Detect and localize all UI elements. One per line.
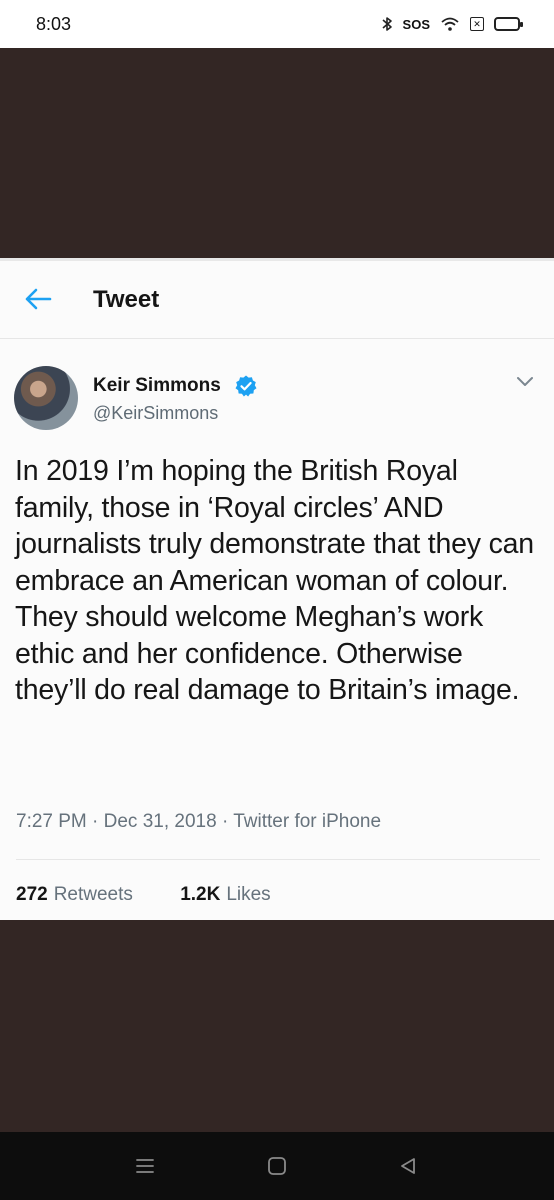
- home-icon[interactable]: [266, 1156, 288, 1176]
- status-bar: 8:03 SOS ✕: [0, 0, 554, 48]
- sos-indicator: SOS: [402, 16, 430, 32]
- author-name[interactable]: Keir Simmons: [93, 375, 221, 397]
- chevron-down-icon[interactable]: [516, 375, 534, 387]
- back-triangle-icon[interactable]: [397, 1156, 419, 1176]
- page-title: Tweet: [93, 286, 160, 313]
- tweet-timestamp[interactable]: 7:27 PM · Dec 31, 2018 · Twitter for iPh…: [16, 811, 381, 833]
- status-icons: SOS ✕: [381, 16, 523, 32]
- tweet-header: Tweet: [0, 261, 554, 339]
- status-time: 8:03: [36, 13, 72, 34]
- likes-label: Likes: [226, 884, 271, 905]
- sim-icon: ✕: [470, 17, 484, 31]
- retweets-count: 272: [16, 884, 48, 905]
- likes-stat[interactable]: 1.2K Likes: [180, 884, 271, 906]
- tweet-text: In 2019 I’m hoping the British Royal fam…: [15, 455, 534, 706]
- bluetooth-icon: [381, 16, 393, 32]
- tweet-stats: 272 Retweets 1.2K Likes: [16, 884, 271, 906]
- divider: [16, 859, 540, 860]
- tweet-card: Tweet Keir Simmons @KeirSimmons In 2019 …: [0, 258, 554, 920]
- navigation-bar: [0, 1132, 554, 1200]
- menu-icon[interactable]: [134, 1156, 156, 1176]
- author-handle[interactable]: @KeirSimmons: [93, 403, 218, 424]
- battery-icon: [494, 17, 523, 31]
- verified-badge-icon: [234, 374, 258, 398]
- avatar[interactable]: [14, 366, 78, 430]
- arrow-left-icon[interactable]: [22, 285, 54, 313]
- retweets-stat[interactable]: 272 Retweets: [16, 884, 133, 906]
- wifi-icon: [440, 16, 460, 32]
- retweets-label: Retweets: [53, 884, 133, 905]
- likes-count: 1.2K: [180, 884, 221, 905]
